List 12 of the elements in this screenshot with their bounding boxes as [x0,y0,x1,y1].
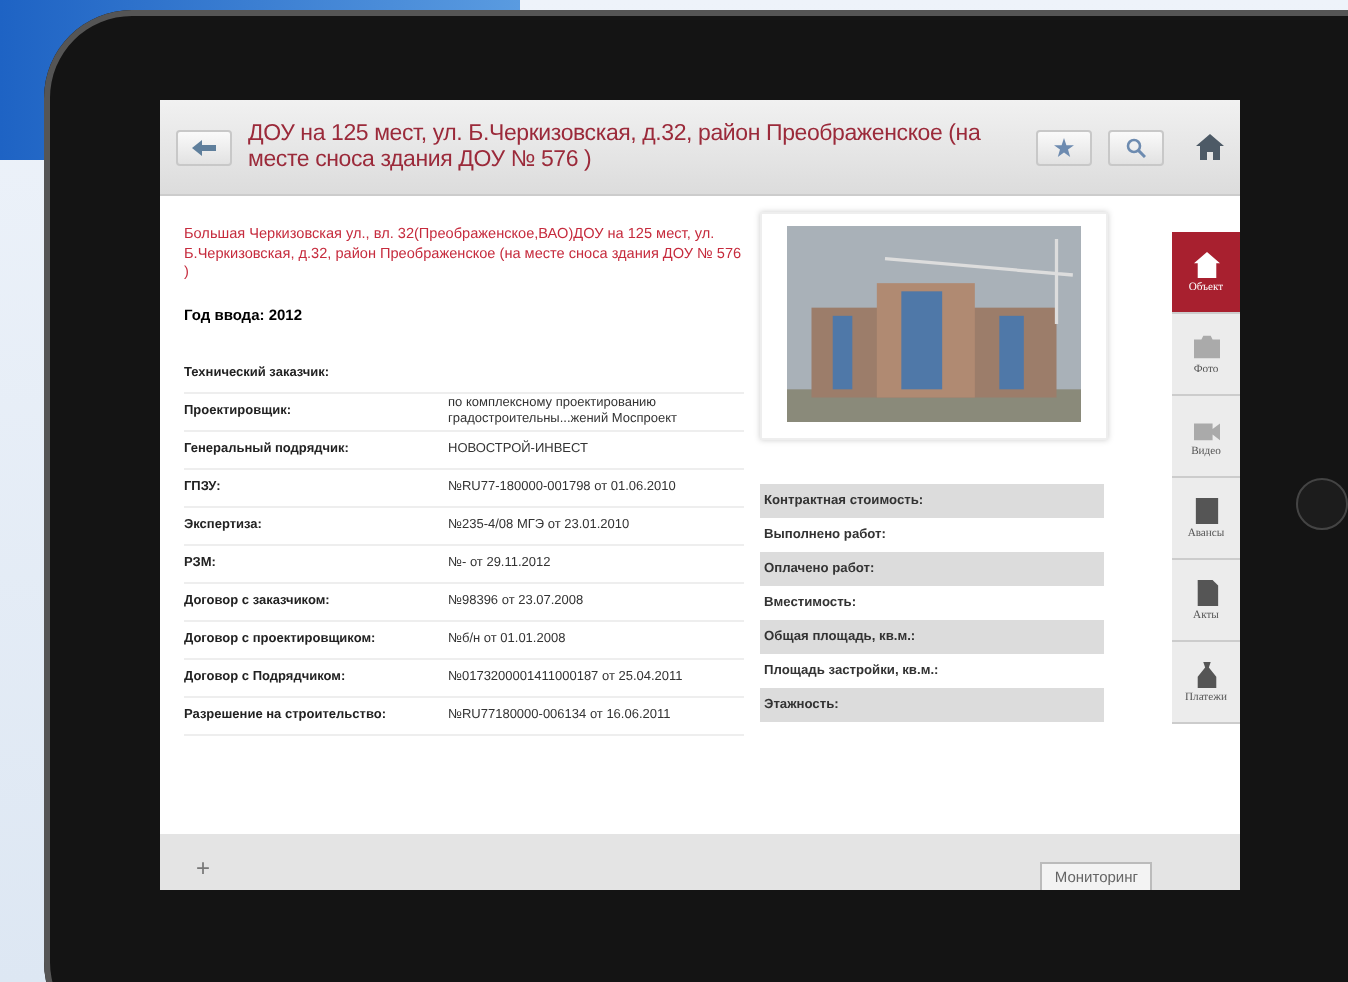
favorite-button[interactable] [1036,129,1092,165]
home-icon [1193,251,1219,277]
camera-icon [1193,333,1219,359]
search-button[interactable] [1108,129,1164,165]
home-icon[interactable] [1196,134,1224,160]
page-title: ДОУ на 125 мест, ул. Б.Черкизовская, д.32, район Преображенское (на месте сноса здания ДОУ № 576 ) [248,121,983,173]
star-icon [1054,137,1074,157]
add-button[interactable]: + [196,854,211,890]
back-arrow-icon [192,139,216,155]
search-icon [1126,137,1146,157]
document-icon [1193,579,1219,605]
back-button[interactable] [176,129,232,165]
